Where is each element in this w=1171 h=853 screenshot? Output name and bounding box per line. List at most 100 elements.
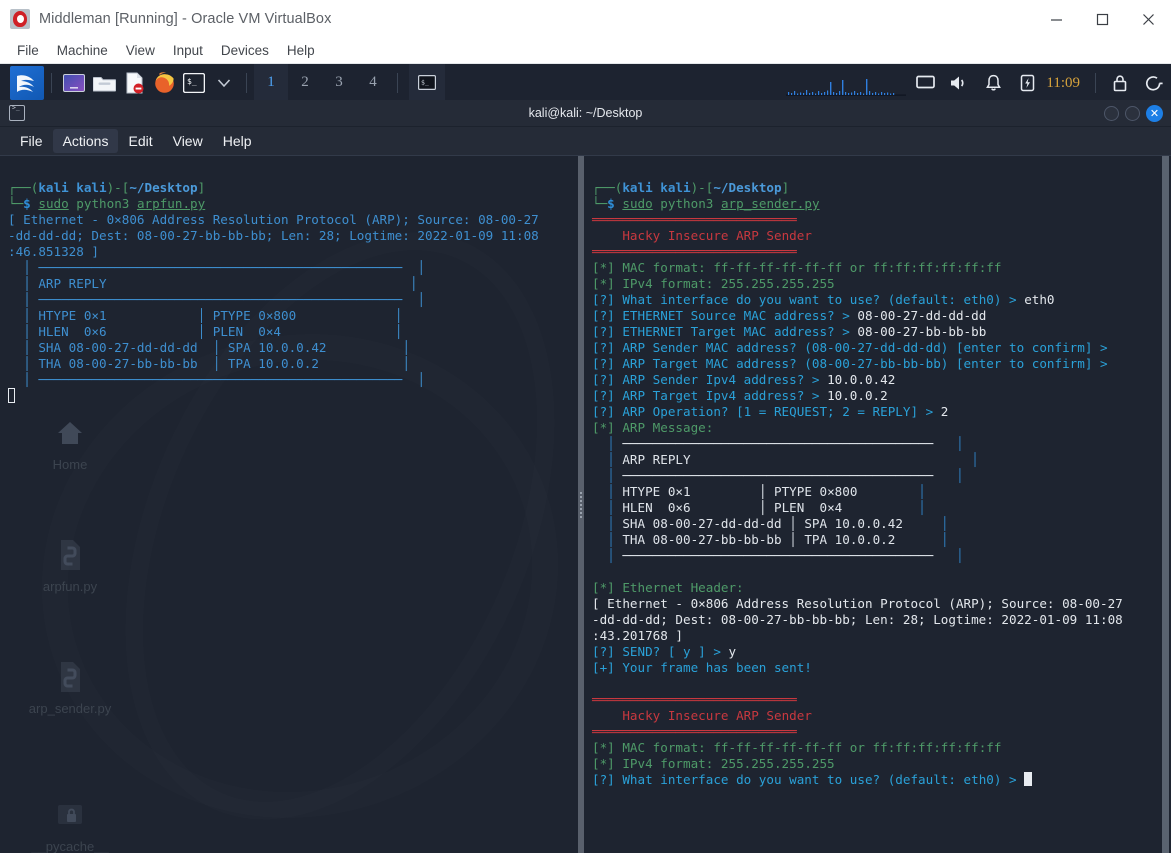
- prompt-line: ETHERNET Source MAC address? >: [615, 308, 858, 323]
- menu-view[interactable]: View: [117, 40, 164, 61]
- battery-icon[interactable]: [1010, 64, 1044, 102]
- eth-header-line-1: [ Ethernet - 0×806 Address Resolution Pr…: [592, 596, 1123, 611]
- kali-dragon-menu-icon[interactable]: [10, 66, 44, 100]
- logout-icon[interactable]: [1137, 64, 1171, 102]
- terminal-pane-right[interactable]: ┌──(kali㈟ kali)-[~/Desktop] └─$ sudo pyt…: [584, 156, 1171, 853]
- tag: [*]: [592, 756, 615, 771]
- right-table-row: SPA 10.0.0.42: [804, 516, 903, 531]
- log-line: IPv4 format: 255.255.255.255: [615, 756, 835, 771]
- terminal-close-button[interactable]: ✕: [1146, 105, 1163, 122]
- sent-message: [+] Your frame has been sent!: [592, 660, 812, 675]
- send-answer: y: [728, 644, 736, 659]
- tag: [?]: [592, 356, 615, 371]
- terminal-pane-left[interactable]: ┌──(kali㈟ kali)-[~/Desktop] └─$ sudo pyt…: [0, 156, 578, 853]
- terminal-menubar: File Actions Edit View Help: [0, 127, 1171, 156]
- tag: [*]: [592, 260, 615, 275]
- prompt-answer: 08-00-27-bb-bb-bb: [857, 324, 986, 339]
- terminal-minimize-button[interactable]: [1104, 106, 1119, 121]
- log-line: MAC format: ff-ff-ff-ff-ff-ff or ff:ff:f…: [615, 740, 1002, 755]
- menu-machine[interactable]: Machine: [48, 40, 117, 61]
- prompt-line: ARP Sender MAC address? (08-00-27-dd-dd-…: [615, 340, 1115, 355]
- left-eth-line-3: :46.851328 ]: [8, 244, 99, 259]
- maximize-button[interactable]: [1079, 0, 1125, 38]
- terminal-cursor-left: [8, 388, 15, 403]
- tag: [?]: [592, 772, 615, 787]
- left-cmd-sudo: sudo: [38, 196, 68, 211]
- prompt-answer: 2: [941, 404, 949, 419]
- terminal-menu-edit[interactable]: Edit: [118, 129, 162, 153]
- tag: [?]: [592, 404, 615, 419]
- taskbar-terminal-window-button[interactable]: $_: [409, 64, 445, 102]
- display-icon[interactable]: [908, 64, 942, 102]
- right-table-row: THA 08-00-27-bb-bb-bb: [622, 532, 781, 547]
- prompt-answer: 10.0.0.2: [827, 388, 888, 403]
- right-cmd-file: arp_sender.py: [721, 196, 820, 211]
- notification-bell-icon[interactable]: [976, 64, 1010, 102]
- clock[interactable]: 11:09: [1044, 75, 1088, 92]
- prompt-answer: eth0: [1024, 292, 1054, 307]
- terminal-window: kali@kali: ~/Desktop ✕ File Actions Edit…: [0, 100, 1171, 853]
- tag: [?]: [592, 324, 615, 339]
- right-table-row: PTYPE 0×800: [774, 484, 857, 499]
- menu-input[interactable]: Input: [164, 40, 212, 61]
- tag: [?]: [592, 644, 615, 659]
- terminal-menu-help[interactable]: Help: [213, 129, 262, 153]
- svg-text:$_: $_: [187, 77, 197, 86]
- workspace-1[interactable]: 1: [254, 64, 288, 102]
- close-button[interactable]: [1125, 0, 1171, 38]
- folder-icon[interactable]: [89, 66, 119, 100]
- menu-file[interactable]: File: [8, 40, 48, 61]
- prompt-line: What interface do you want to use? (defa…: [615, 292, 1024, 307]
- terminal-title: kali@kali: ~/Desktop: [0, 106, 1171, 120]
- minimize-button[interactable]: [1033, 0, 1079, 38]
- banner2-rule-bottom: ═══════════════════════════: [592, 724, 797, 739]
- terminal-maximize-button[interactable]: [1125, 106, 1140, 121]
- terminal-menu-view[interactable]: View: [163, 129, 213, 153]
- left-table-row: TPA 10.0.0.2: [228, 356, 319, 371]
- banner2-title: Hacky Insecure ARP Sender: [622, 708, 812, 723]
- tag: [?]: [592, 340, 615, 355]
- prompt-line: ETHERNET Target MAC address? >: [615, 324, 858, 339]
- banner-rule-bottom: ═══════════════════════════: [592, 244, 797, 259]
- left-eth-line-1: [ Ethernet - 0×806 Address Resolution Pr…: [8, 212, 539, 227]
- file-manager-thunar-icon[interactable]: [59, 66, 89, 100]
- workspace-3[interactable]: 3: [322, 64, 356, 102]
- terminal-menu-actions[interactable]: Actions: [53, 129, 119, 153]
- right-cmd-rest: python3: [660, 196, 721, 211]
- left-table-row: PLEN 0×4: [213, 324, 281, 339]
- right-cmd-sudo: sudo: [622, 196, 652, 211]
- terminal-menu-file[interactable]: File: [10, 129, 53, 153]
- menu-help[interactable]: Help: [278, 40, 324, 61]
- right-prompt-user: kali㈟ kali: [622, 180, 690, 195]
- left-cmd-rest: python3: [76, 196, 137, 211]
- right-table-row: HLEN 0×6: [622, 500, 690, 515]
- panel-drag-handle[interactable]: [0, 64, 9, 102]
- text-editor-icon[interactable]: [119, 66, 149, 100]
- pane-splitter[interactable]: [578, 156, 584, 853]
- prompt-line: ARP Target MAC address? (08-00-27-bb-bb-…: [615, 356, 1115, 371]
- scrollbar-thumb[interactable]: [1162, 156, 1169, 853]
- send-prompt: SEND? [ y ] >: [615, 644, 729, 659]
- chevron-down-icon[interactable]: [209, 66, 239, 100]
- left-table-row: THA 08-00-27-bb-bb-bb: [38, 356, 197, 371]
- menu-devices[interactable]: Devices: [212, 40, 278, 61]
- prompt-answer: 08-00-27-dd-dd-dd: [857, 308, 986, 323]
- splitter-grip: [580, 492, 582, 518]
- volume-icon[interactable]: [942, 64, 976, 102]
- log-line: IPv4 format: 255.255.255.255: [615, 276, 835, 291]
- firefox-icon[interactable]: [149, 66, 179, 100]
- left-table-row: HLEN 0×6: [38, 324, 106, 339]
- eth-header-line-3: :43.201768 ]: [592, 628, 683, 643]
- prompt-line: What interface do you want to use? (defa…: [615, 772, 1024, 787]
- terminal-scrollbar[interactable]: [1160, 156, 1171, 853]
- panel-separator-3: [397, 73, 398, 93]
- workspace-2[interactable]: 2: [288, 64, 322, 102]
- prompt-line: ARP Sender Ipv4 address? >: [615, 372, 827, 387]
- lock-icon[interactable]: [1103, 64, 1137, 102]
- terminal-cursor-right: [1024, 772, 1032, 786]
- workspace-4[interactable]: 4: [356, 64, 390, 102]
- terminal-window-controls: ✕: [1104, 100, 1163, 127]
- terminal-icon[interactable]: $_: [179, 66, 209, 100]
- kali-top-panel: $_ 1 2 3 4 $_ 11:09: [0, 64, 1171, 102]
- right-table-row: SHA 08-00-27-dd-dd-dd: [622, 516, 781, 531]
